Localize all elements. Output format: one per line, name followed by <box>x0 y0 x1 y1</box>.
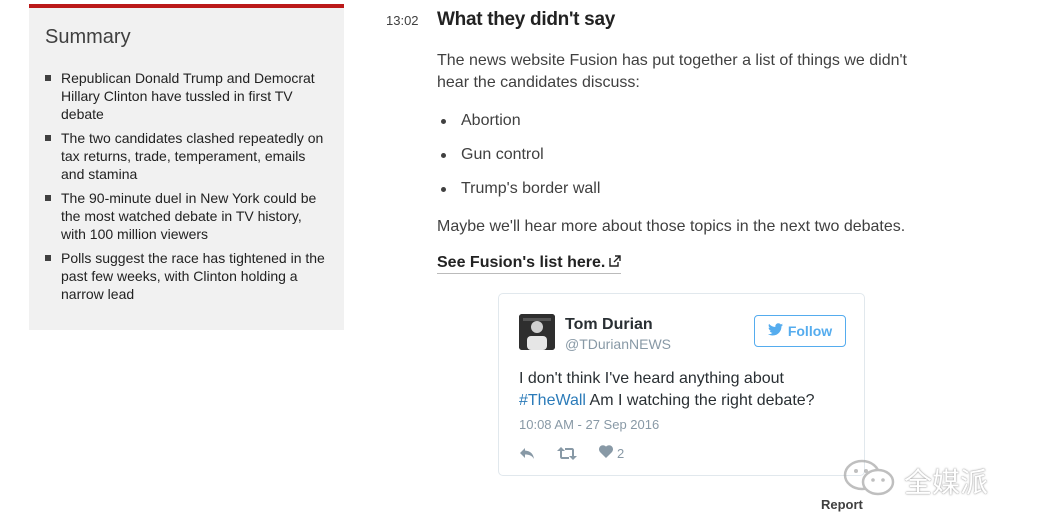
summary-item: The 90-minute duel in New York could be … <box>45 189 330 243</box>
bullet-icon <box>45 135 51 141</box>
bullet-icon <box>45 195 51 201</box>
summary-title: Summary <box>45 26 131 48</box>
summary-item: The two candidates clashed repeatedly on… <box>45 129 330 183</box>
bullet-icon <box>441 119 446 124</box>
entry-headline: What they didn't say <box>437 9 615 30</box>
bullet-icon <box>441 153 446 158</box>
entry-timestamp: 13:02 <box>386 13 419 28</box>
bullet-icon <box>45 75 51 81</box>
entry-outro: Maybe we'll hear more about those topics… <box>437 218 906 235</box>
topic-list: Abortion Gun control Trump's border wall <box>437 110 600 212</box>
tweet-author-name[interactable]: Tom Durian <box>565 316 653 334</box>
tweet-actions: 2 <box>519 444 646 462</box>
external-link-icon <box>609 254 622 272</box>
retweet-icon[interactable] <box>557 446 577 460</box>
tweet-author-handle[interactable]: @TDurianNEWS <box>565 336 671 352</box>
follow-button[interactable]: Follow <box>754 315 846 347</box>
topic-item: Gun control <box>437 144 600 178</box>
tweet-text: I don't think I've heard anything about … <box>519 370 815 409</box>
watermark: 全媒派 <box>842 458 988 503</box>
fusion-list-link[interactable]: See Fusion's list here. <box>437 254 622 275</box>
summary-panel: Summary Republican Donald Trump and Demo… <box>29 4 344 330</box>
hashtag-link[interactable]: #TheWall <box>519 392 586 409</box>
like-count: 2 <box>617 445 625 461</box>
wechat-icon <box>842 458 898 503</box>
heart-icon <box>599 445 613 461</box>
tweet-date[interactable]: 10:08 AM - 27 Sep 2016 <box>519 417 659 432</box>
summary-item: Polls suggest the race has tightened in … <box>45 249 330 303</box>
topic-item: Abortion <box>437 110 600 144</box>
twitter-bird-icon <box>767 323 783 339</box>
watermark-text: 全媒派 <box>904 465 989 499</box>
like-button[interactable]: 2 <box>599 445 624 461</box>
avatar[interactable] <box>519 314 555 350</box>
reply-icon[interactable] <box>519 447 535 460</box>
bullet-icon <box>441 187 446 192</box>
summary-list: Republican Donald Trump and Democrat Hil… <box>45 69 330 309</box>
bullet-icon <box>45 255 51 261</box>
embedded-tweet: Tom Durian @TDurianNEWS Follow I don't t… <box>498 293 865 476</box>
entry-intro: The news website Fusion has put together… <box>437 52 907 91</box>
summary-item: Republican Donald Trump and Democrat Hil… <box>45 69 330 123</box>
topic-item: Trump's border wall <box>437 178 600 212</box>
